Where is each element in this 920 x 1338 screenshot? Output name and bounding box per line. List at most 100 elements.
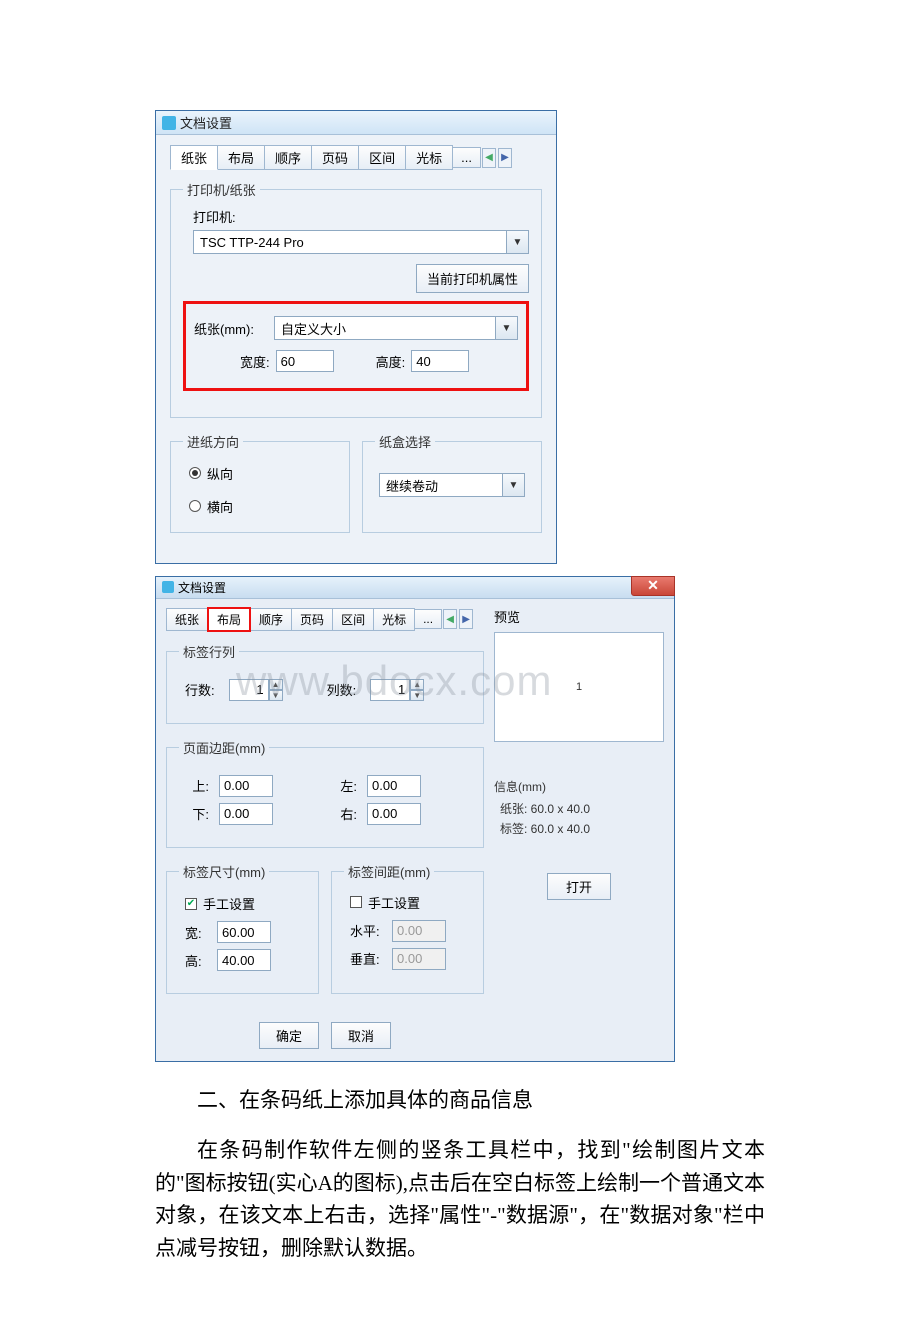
dialog-title: 文档设置 bbox=[180, 113, 232, 132]
tab-more[interactable]: ... bbox=[452, 147, 481, 168]
tab-scroll-right-icon[interactable]: ▶ bbox=[498, 148, 512, 168]
tab-order[interactable]: 顺序 bbox=[250, 608, 292, 631]
page-margins-group: 页面边距(mm) 上: 左: 下: bbox=[166, 738, 484, 848]
manual-label: 手工设置 bbox=[368, 893, 420, 912]
feed-direction-legend: 进纸方向 bbox=[183, 432, 243, 451]
margin-bottom-input[interactable] bbox=[219, 803, 273, 825]
width-input[interactable] bbox=[276, 350, 334, 372]
label-size-manual-check[interactable]: ✔ 手工设置 bbox=[185, 894, 255, 913]
printer-value: TSC TTP-244 Pro bbox=[194, 235, 506, 250]
tab-scroll-right-icon[interactable]: ▶ bbox=[459, 609, 473, 629]
manual-label: 手工设置 bbox=[203, 894, 255, 913]
margins-legend: 页面边距(mm) bbox=[179, 738, 269, 757]
margin-left-label: 左: bbox=[333, 776, 357, 795]
tab-range[interactable]: 区间 bbox=[332, 608, 374, 631]
margin-left-input[interactable] bbox=[367, 775, 421, 797]
tray-legend: 纸盒选择 bbox=[375, 432, 435, 451]
open-button[interactable]: 打开 bbox=[547, 873, 611, 900]
printer-paper-group: 打印机/纸张 打印机: TSC TTP-244 Pro ▼ 当前打印机属性 纸张… bbox=[170, 180, 542, 418]
printer-combo[interactable]: TSC TTP-244 Pro ▼ bbox=[193, 230, 529, 254]
tab-page-num[interactable]: 页码 bbox=[291, 608, 333, 631]
paper-size-value: 自定义大小 bbox=[275, 319, 495, 338]
tab-more[interactable]: ... bbox=[414, 609, 442, 629]
preview-label: 预览 bbox=[494, 607, 664, 626]
preview-area: 1 bbox=[494, 632, 664, 742]
chevron-up-icon[interactable]: ▲ bbox=[269, 679, 283, 690]
highlighted-paper-size-area: 纸张(mm): 自定义大小 ▼ 宽度: 高度: bbox=[183, 301, 529, 391]
cols-input[interactable] bbox=[370, 679, 410, 701]
orientation-landscape-radio[interactable]: 横向 bbox=[189, 497, 233, 516]
gap-horizontal-input bbox=[392, 920, 446, 942]
label-rows-cols-group: 标签行列 行数: ▲▼ 列数: ▲▼ bbox=[166, 642, 484, 724]
tab-paper[interactable]: 纸张 bbox=[170, 145, 218, 170]
chevron-down-icon[interactable]: ▼ bbox=[269, 690, 283, 701]
printer-paper-legend: 打印机/纸张 bbox=[183, 180, 260, 199]
label-size-legend: 标签尺寸(mm) bbox=[179, 862, 269, 881]
checkbox-icon bbox=[350, 896, 362, 908]
margin-top-label: 上: bbox=[185, 776, 209, 795]
chevron-up-icon[interactable]: ▲ bbox=[410, 679, 424, 690]
label-height-label: 高: bbox=[185, 951, 209, 970]
paper-size-combo[interactable]: 自定义大小 ▼ bbox=[274, 316, 518, 340]
rows-stepper[interactable]: ▲▼ bbox=[229, 679, 283, 701]
orientation-portrait-radio[interactable]: 纵向 bbox=[189, 464, 233, 483]
height-input[interactable] bbox=[411, 350, 469, 372]
label-width-label: 宽: bbox=[185, 923, 209, 942]
feed-direction-group: 进纸方向 纵向 横向 bbox=[170, 432, 350, 533]
info-label-size: 标签: 60.0 x 40.0 bbox=[500, 819, 664, 839]
label-width-input[interactable] bbox=[217, 921, 271, 943]
tray-combo[interactable]: 继续卷动 ▼ bbox=[379, 473, 525, 497]
close-button[interactable]: ✕ bbox=[631, 576, 675, 596]
portrait-label: 纵向 bbox=[207, 464, 233, 483]
doc-settings-dialog-2: www.bdocx.com 文档设置 ✕ 纸张 布局 顺序 页码 区间 光标 .… bbox=[155, 576, 675, 1063]
margin-top-input[interactable] bbox=[219, 775, 273, 797]
label-gap-group: 标签间距(mm) 手工设置 水平: bbox=[331, 862, 484, 995]
rows-input[interactable] bbox=[229, 679, 269, 701]
ok-button[interactable]: 确定 bbox=[259, 1022, 319, 1049]
cancel-button[interactable]: 取消 bbox=[331, 1022, 391, 1049]
preview-page-number: 1 bbox=[576, 681, 582, 693]
tab-strip: 纸张 布局 顺序 页码 区间 光标 ... ◀ ▶ bbox=[170, 145, 542, 170]
chevron-down-icon[interactable]: ▼ bbox=[410, 690, 424, 701]
chevron-down-icon[interactable]: ▼ bbox=[506, 231, 528, 253]
tab-scroll-left-icon[interactable]: ◀ bbox=[482, 148, 496, 168]
close-icon: ✕ bbox=[647, 577, 659, 594]
tray-group: 纸盒选择 继续卷动 ▼ bbox=[362, 432, 542, 533]
info-legend: 信息(mm) bbox=[494, 778, 664, 795]
tab-layout[interactable]: 布局 bbox=[217, 145, 265, 170]
landscape-label: 横向 bbox=[207, 497, 233, 516]
printer-properties-button[interactable]: 当前打印机属性 bbox=[416, 264, 529, 293]
app-icon bbox=[162, 581, 174, 593]
chevron-down-icon[interactable]: ▼ bbox=[502, 474, 524, 496]
tab-page-num[interactable]: 页码 bbox=[311, 145, 359, 170]
width-label: 宽度: bbox=[240, 352, 270, 371]
checkbox-icon: ✔ bbox=[185, 898, 197, 910]
tab-cursor[interactable]: 光标 bbox=[405, 145, 453, 170]
tab-paper[interactable]: 纸张 bbox=[166, 608, 208, 631]
cols-label: 列数: bbox=[327, 680, 357, 699]
app-icon bbox=[162, 116, 176, 130]
info-paper-size: 纸张: 60.0 x 40.0 bbox=[500, 799, 664, 819]
label-size-group: 标签尺寸(mm) ✔ 手工设置 宽: bbox=[166, 862, 319, 995]
tab-order[interactable]: 顺序 bbox=[264, 145, 312, 170]
label-height-input[interactable] bbox=[217, 949, 271, 971]
printer-label: 打印机: bbox=[193, 207, 529, 226]
tab-range[interactable]: 区间 bbox=[358, 145, 406, 170]
chevron-down-icon[interactable]: ▼ bbox=[495, 317, 517, 339]
gap-vertical-label: 垂直: bbox=[350, 949, 384, 968]
tab-cursor[interactable]: 光标 bbox=[373, 608, 415, 631]
info-group: 信息(mm) 纸张: 60.0 x 40.0 标签: 60.0 x 40.0 bbox=[494, 778, 664, 840]
tray-value: 继续卷动 bbox=[380, 476, 502, 495]
dialog-title: 文档设置 bbox=[178, 579, 226, 596]
label-gap-manual-check[interactable]: 手工设置 bbox=[350, 893, 420, 912]
radio-dot-icon bbox=[189, 500, 201, 512]
label-gap-legend: 标签间距(mm) bbox=[344, 862, 434, 881]
tab-strip: 纸张 布局 顺序 页码 区间 光标 ... ◀ ▶ bbox=[166, 607, 484, 632]
tab-scroll-left-icon[interactable]: ◀ bbox=[443, 609, 457, 629]
gap-horizontal-label: 水平: bbox=[350, 921, 384, 940]
tab-layout[interactable]: 布局 bbox=[207, 607, 251, 632]
margin-right-input[interactable] bbox=[367, 803, 421, 825]
cols-stepper[interactable]: ▲▼ bbox=[370, 679, 424, 701]
paper-size-label: 纸张(mm): bbox=[194, 319, 268, 338]
section-heading: 二、在条码纸上添加具体的商品信息 bbox=[155, 1084, 765, 1114]
